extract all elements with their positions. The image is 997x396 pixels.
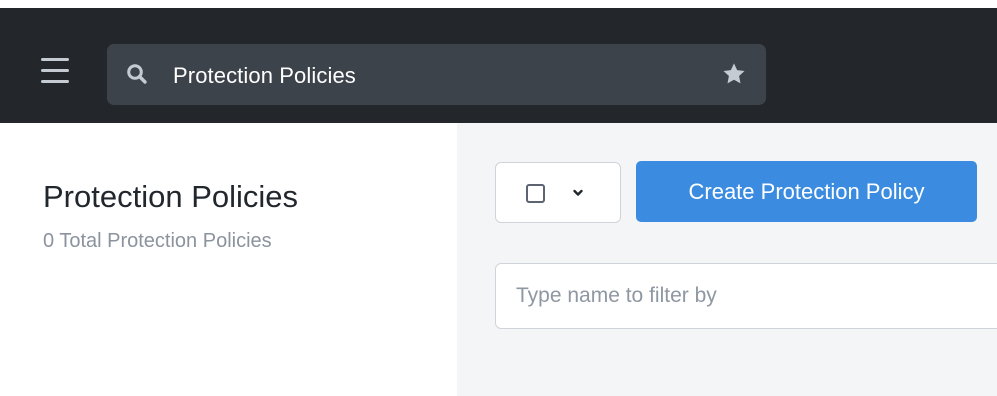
chevron-down-icon[interactable]	[571, 187, 585, 199]
top-navigation-bar: Protection Policies	[0, 8, 997, 123]
filter-field[interactable]	[495, 263, 997, 329]
bulk-select-dropdown[interactable]	[495, 162, 621, 223]
content-panel: Create Protection Policy	[457, 123, 997, 396]
create-protection-policy-button[interactable]: Create Protection Policy	[636, 161, 977, 222]
total-count-label: 0 Total Protection Policies	[43, 230, 272, 252]
page-top-margin	[0, 0, 997, 8]
checkbox-icon[interactable]	[526, 184, 545, 203]
filter-input[interactable]	[516, 264, 996, 328]
global-search-bar[interactable]: Protection Policies	[107, 44, 766, 105]
star-icon[interactable]	[721, 61, 747, 87]
page-title: Protection Policies	[43, 179, 299, 214]
page-summary-panel: Protection Policies 0 Total Protection P…	[0, 123, 457, 396]
hamburger-icon[interactable]	[41, 58, 69, 86]
search-query-text[interactable]: Protection Policies	[173, 44, 356, 105]
search-icon	[127, 64, 147, 84]
